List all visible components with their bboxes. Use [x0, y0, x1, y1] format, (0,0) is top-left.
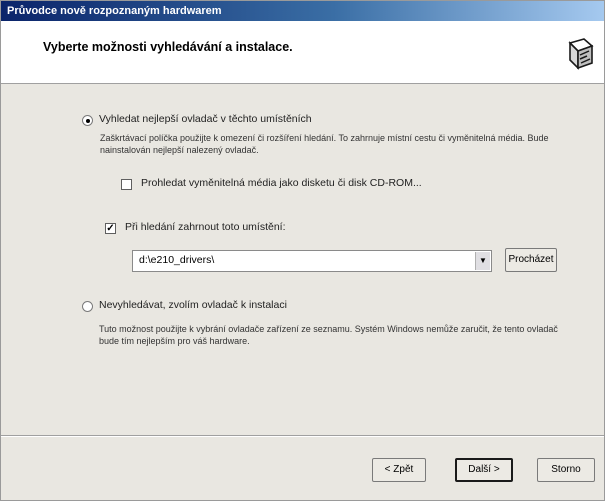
location-path-combobox[interactable]: d:\e210_drivers\ ▼: [132, 250, 492, 272]
back-button[interactable]: < Zpět: [372, 458, 426, 482]
title-bar[interactable]: Průvodce nově rozpoznaným hardwarem: [1, 1, 604, 21]
radio-choose-driver[interactable]: [82, 301, 93, 312]
checkbox-removable-media[interactable]: [121, 179, 132, 190]
wizard-window: Průvodce nově rozpoznaným hardwarem Vybe…: [0, 0, 605, 501]
window-title: Průvodce nově rozpoznaným hardwarem: [7, 5, 222, 17]
location-path-value[interactable]: d:\e210_drivers\: [139, 254, 214, 266]
checkbox-include-location[interactable]: ✓: [105, 223, 116, 234]
page-title: Vyberte možnosti vyhledávání a instalace…: [43, 40, 293, 54]
dropdown-arrow-icon[interactable]: ▼: [475, 252, 490, 270]
radio-search-label[interactable]: Vyhledat nejlepší ovladač v těchto umíst…: [99, 113, 312, 125]
next-button[interactable]: Další >: [455, 458, 513, 482]
wizard-header: Vyberte možnosti vyhledávání a instalace…: [1, 21, 604, 84]
cancel-button[interactable]: Storno: [537, 458, 595, 482]
radio-search-best-driver[interactable]: [82, 115, 93, 126]
footer-divider: [1, 435, 604, 437]
browse-button[interactable]: Procházet: [505, 248, 557, 272]
checkbox-removable-media-label[interactable]: Prohledat vyměnitelná média jako disketu…: [141, 177, 422, 189]
hardware-wizard-icon: [568, 38, 594, 70]
radio-choose-driver-label[interactable]: Nevyhledávat, zvolím ovladač k instalaci: [99, 299, 287, 311]
checkbox-include-location-label[interactable]: Při hledání zahrnout toto umístění:: [125, 221, 286, 233]
manual-description: Tuto možnost použijte k vybrání ovladače…: [99, 324, 558, 346]
search-description: Zaškrtávací políčka použijte k omezení č…: [100, 133, 549, 155]
